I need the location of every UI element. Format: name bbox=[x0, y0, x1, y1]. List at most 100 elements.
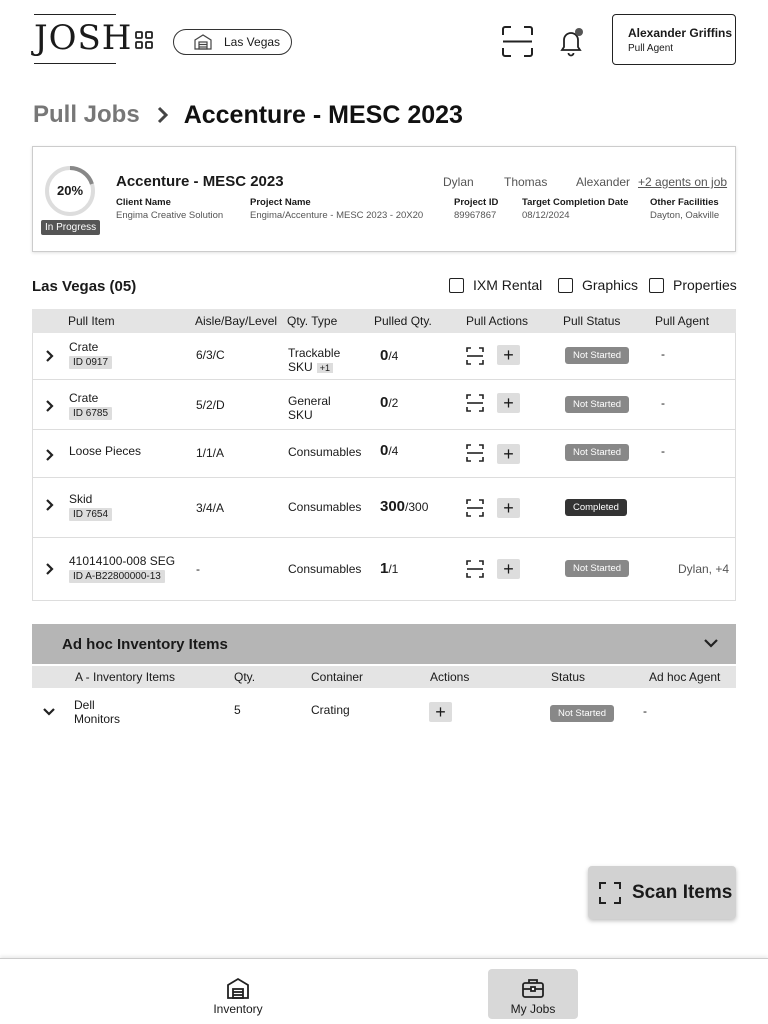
filter-label: Properties bbox=[673, 277, 737, 293]
aisle-bay-level: 6/3/C bbox=[196, 348, 225, 362]
user-profile[interactable]: Alexander Griffins Pull Agent bbox=[612, 14, 736, 65]
column-header: Container bbox=[311, 670, 364, 684]
job-status-badge: In Progress bbox=[41, 220, 101, 235]
status-badge: Not Started bbox=[565, 444, 630, 461]
pulled-qty: 300/300 bbox=[380, 498, 429, 515]
agent-name: Alexander bbox=[576, 175, 631, 189]
user-role: Pull Agent bbox=[628, 43, 674, 54]
container: Crating bbox=[311, 703, 350, 717]
table-row[interactable]: Loose Pieces 1/1/A Consumables 0/4 + Not… bbox=[33, 430, 735, 478]
table-row[interactable]: 41014100-008 SEG ID A-B22800000-13 - Con… bbox=[33, 538, 735, 600]
nav-my-jobs[interactable]: My Jobs bbox=[488, 969, 578, 1019]
apps-grid-icon[interactable] bbox=[135, 31, 153, 49]
table-row[interactable]: Dell Monitors 5 Crating + Not Started - bbox=[32, 690, 736, 730]
breadcrumb: Pull Jobs Accenture - MESC 2023 bbox=[33, 100, 463, 130]
meta-label: Project Name bbox=[250, 197, 311, 208]
nav-label: My Jobs bbox=[510, 1002, 556, 1016]
qty-type: SKU bbox=[288, 408, 313, 422]
location-selector[interactable]: Las Vegas bbox=[173, 29, 292, 55]
qty-type: General bbox=[288, 394, 331, 408]
scan-icon[interactable] bbox=[466, 394, 484, 412]
expand-chevron-icon[interactable] bbox=[45, 563, 54, 575]
add-button[interactable]: + bbox=[429, 702, 452, 722]
checkbox[interactable] bbox=[449, 277, 464, 293]
checkbox[interactable] bbox=[558, 277, 573, 293]
item-id-tag: ID 7654 bbox=[69, 508, 113, 521]
column-header: Actions bbox=[430, 670, 470, 684]
table-row[interactable]: Skid ID 7654 3/4/A Consumables 300/300 +… bbox=[33, 478, 735, 538]
scan-icon[interactable] bbox=[466, 560, 484, 578]
pull-items-table: Pull Item Aisle/Bay/Level Qty. Type Pull… bbox=[32, 309, 736, 601]
checkbox[interactable] bbox=[649, 277, 664, 293]
more-agents-link[interactable]: +2 agents on job bbox=[638, 175, 727, 189]
column-header: Pull Agent bbox=[655, 314, 710, 328]
pull-agent: - bbox=[661, 396, 665, 410]
add-button[interactable]: + bbox=[497, 559, 520, 579]
add-button[interactable]: + bbox=[497, 393, 520, 413]
scan-items-button[interactable]: Scan Items bbox=[588, 866, 736, 919]
scan-icon[interactable] bbox=[502, 26, 533, 57]
breadcrumb-pull-jobs[interactable]: Pull Jobs bbox=[33, 101, 140, 129]
expand-chevron-icon[interactable] bbox=[45, 499, 54, 511]
item-name: Dell bbox=[74, 698, 95, 712]
column-header: Status bbox=[551, 670, 586, 684]
column-header: Qty. bbox=[234, 670, 256, 684]
chevron-right-icon bbox=[157, 106, 168, 124]
column-header: Qty. Type bbox=[287, 314, 338, 328]
job-summary-card: 20% In Progress Accenture - MESC 2023 Dy… bbox=[32, 146, 736, 252]
status-badge: Not Started bbox=[565, 396, 630, 413]
item-name: Crate bbox=[69, 391, 99, 405]
scan-icon bbox=[599, 881, 621, 904]
meta-value: 08/12/2024 bbox=[522, 210, 570, 221]
adhoc-title: Ad hoc Inventory Items bbox=[62, 636, 228, 653]
table-row[interactable]: Crate ID 0917 6/3/C Trackable SKU +1 0/4 … bbox=[33, 333, 735, 380]
agent-name: Thomas bbox=[504, 175, 548, 189]
table-header: Pull Item Aisle/Bay/Level Qty. Type Pull… bbox=[32, 309, 736, 333]
filter-properties[interactable]: Properties bbox=[649, 277, 737, 293]
table-row[interactable]: Crate ID 6785 5/2/D General SKU 0/2 + No… bbox=[33, 380, 735, 430]
column-header: Pull Item bbox=[68, 314, 115, 328]
status-badge: Not Started bbox=[565, 560, 630, 577]
filter-ixm-rental[interactable]: IXM Rental bbox=[449, 277, 542, 293]
josh-logo[interactable]: JOSH bbox=[34, 14, 131, 64]
qty-type: Consumables bbox=[288, 500, 362, 514]
extra-count-badge[interactable]: +1 bbox=[316, 363, 333, 373]
scan-icon[interactable] bbox=[466, 444, 484, 462]
filter-graphics[interactable]: Graphics bbox=[558, 277, 638, 293]
expand-chevron-icon[interactable] bbox=[45, 449, 54, 461]
meta-value: Engima/Accenture - MESC 2023 - 20X20 bbox=[250, 210, 424, 221]
scan-icon[interactable] bbox=[466, 499, 484, 517]
scan-icon[interactable] bbox=[466, 347, 484, 365]
add-button[interactable]: + bbox=[497, 498, 520, 518]
chevron-down-icon[interactable] bbox=[704, 638, 718, 648]
expand-chevron-icon[interactable] bbox=[45, 350, 54, 362]
app-header: JOSH Las Vegas Alexander Griffins Pull A… bbox=[0, 0, 768, 84]
column-header: Ad hoc Agent bbox=[649, 670, 721, 684]
column-header: Pull Actions bbox=[466, 314, 529, 328]
item-id-tag: ID 6785 bbox=[69, 407, 113, 420]
meta-label: Client Name bbox=[116, 197, 171, 208]
item-name: Loose Pieces bbox=[69, 444, 142, 458]
add-button[interactable]: + bbox=[497, 444, 520, 464]
briefcase-icon bbox=[522, 979, 544, 998]
pulled-qty: 0/4 bbox=[380, 347, 399, 364]
pull-agent[interactable]: Dylan, +4 bbox=[678, 562, 729, 576]
notification-bell-icon[interactable] bbox=[558, 26, 586, 58]
chevron-down-icon[interactable] bbox=[43, 707, 55, 716]
aisle-bay-level: - bbox=[196, 562, 200, 576]
nav-inventory[interactable]: Inventory bbox=[193, 969, 283, 1019]
pulled-qty: 0/4 bbox=[380, 442, 399, 459]
bottom-navigation: Inventory My Jobs bbox=[0, 958, 768, 1024]
column-header: A - Inventory Items bbox=[75, 670, 176, 684]
expand-chevron-icon[interactable] bbox=[45, 400, 54, 412]
adhoc-section-header[interactable]: Ad hoc Inventory Items bbox=[32, 624, 736, 664]
qty: 5 bbox=[234, 703, 241, 717]
pull-agent: - bbox=[661, 347, 665, 361]
user-name: Alexander Griffins bbox=[628, 26, 733, 40]
status-badge: Not Started bbox=[565, 347, 630, 364]
meta-value: 89967867 bbox=[454, 210, 497, 221]
item-name: Crate bbox=[69, 340, 99, 354]
meta-value: Engima Creative Solution bbox=[116, 210, 224, 221]
pull-agent: - bbox=[661, 444, 665, 458]
add-button[interactable]: + bbox=[497, 345, 520, 365]
